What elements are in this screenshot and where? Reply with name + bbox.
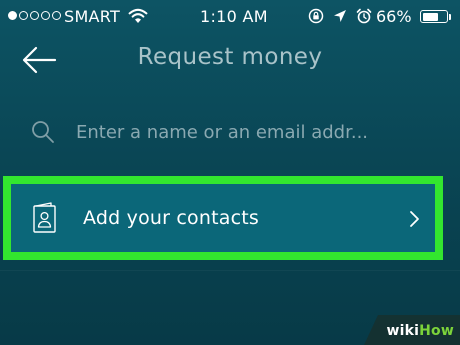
- signal-dot: [30, 11, 39, 20]
- watermark-wiki: wiki: [386, 323, 420, 339]
- signal-strength-icon: [8, 11, 61, 20]
- signal-dot: [19, 11, 28, 20]
- signal-dot: [41, 11, 50, 20]
- contact-card-icon: [33, 202, 56, 233]
- wifi-icon: [128, 8, 148, 23]
- battery-cap: [449, 14, 451, 20]
- wikihow-watermark: wikiHow: [364, 315, 460, 345]
- battery-level: [422, 12, 438, 21]
- status-time: 1:10 AM: [200, 7, 268, 26]
- battery-percentage: 66%: [376, 7, 412, 26]
- status-icons: [308, 8, 372, 24]
- back-arrow-icon[interactable]: [20, 44, 58, 76]
- page-title: Request money: [137, 44, 323, 70]
- add-contacts-row[interactable]: Add your contacts: [3, 176, 443, 260]
- battery-icon: [420, 10, 448, 23]
- location-arrow-icon: [334, 10, 346, 22]
- orientation-lock-icon: [308, 8, 324, 24]
- signal-dot: [8, 11, 17, 20]
- request-money-screen: SMART 1:10 AM 66% Request money Enter a …: [0, 0, 460, 345]
- alarm-clock-icon: [356, 8, 372, 24]
- add-contacts-label: Add your contacts: [83, 207, 259, 229]
- search-icon: [32, 121, 54, 143]
- chevron-right-icon: [410, 211, 419, 227]
- signal-dot: [52, 11, 61, 20]
- watermark-how: How: [419, 323, 454, 339]
- status-bar: SMART 1:10 AM 66%: [0, 0, 460, 34]
- carrier-name: SMART: [64, 7, 121, 26]
- search-input[interactable]: [76, 121, 446, 143]
- divider: [0, 270, 460, 271]
- watermark-text: wikiHow: [386, 323, 454, 339]
- search-bar[interactable]: [26, 112, 446, 152]
